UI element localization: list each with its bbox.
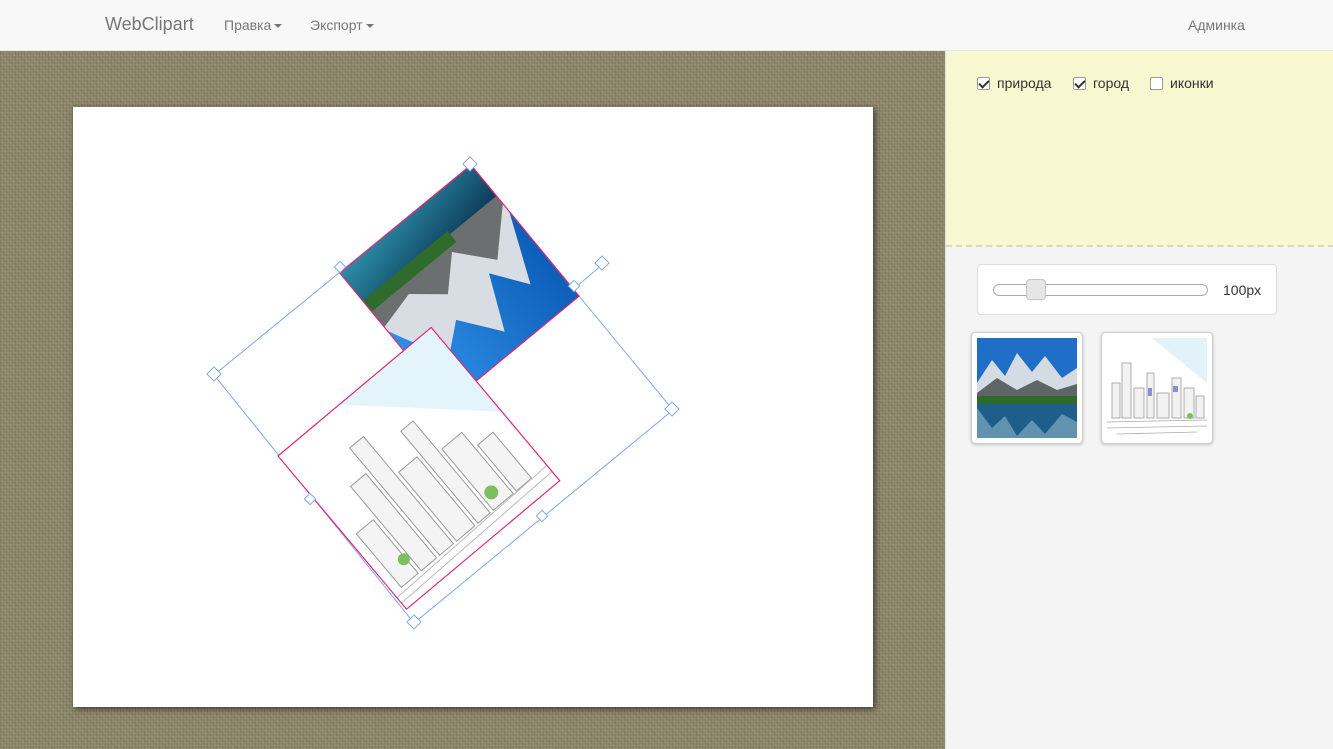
filter-icons-label: иконки — [1170, 75, 1214, 91]
menu-edit-label: Правка — [224, 17, 272, 33]
checkbox-city[interactable] — [1073, 76, 1086, 90]
city-sketch-image — [1107, 338, 1207, 438]
canvas-image-city-sketch[interactable] — [277, 326, 561, 611]
mountain-lake-image — [977, 338, 1077, 438]
checkbox-icons[interactable] — [1150, 76, 1163, 90]
caret-down-icon — [274, 24, 283, 28]
admin-link[interactable]: Админка — [1188, 17, 1245, 33]
menu-export[interactable]: Экспорт — [310, 17, 374, 33]
size-value-label: 100px — [1223, 282, 1262, 298]
thumbnail-city[interactable] — [1101, 332, 1213, 444]
caret-down-icon — [365, 24, 374, 28]
canvas-svg — [206, 156, 680, 630]
size-slider-panel: 100px — [977, 264, 1277, 315]
sidebar: природа город иконки 100px — [945, 51, 1333, 749]
menu-export-label: Экспорт — [310, 17, 363, 33]
brand-link[interactable]: WebClipart — [105, 14, 194, 35]
filter-nature[interactable]: природа — [977, 75, 1051, 91]
filter-city-label: город — [1093, 75, 1130, 91]
checkbox-nature[interactable] — [977, 76, 990, 90]
thumbnail-nature[interactable] — [971, 332, 1083, 444]
filter-city[interactable]: город — [1073, 75, 1129, 91]
category-filters: природа город иконки — [946, 51, 1333, 247]
filter-nature-label: природа — [997, 75, 1052, 91]
size-slider-handle[interactable] — [1026, 279, 1046, 300]
drawing-canvas[interactable] — [73, 107, 873, 707]
menu-edit[interactable]: Правка — [224, 17, 283, 33]
navbar: WebClipart Правка Экспорт Админка — [0, 0, 1333, 51]
filter-icons[interactable]: иконки — [1150, 75, 1214, 91]
workspace — [0, 51, 945, 749]
